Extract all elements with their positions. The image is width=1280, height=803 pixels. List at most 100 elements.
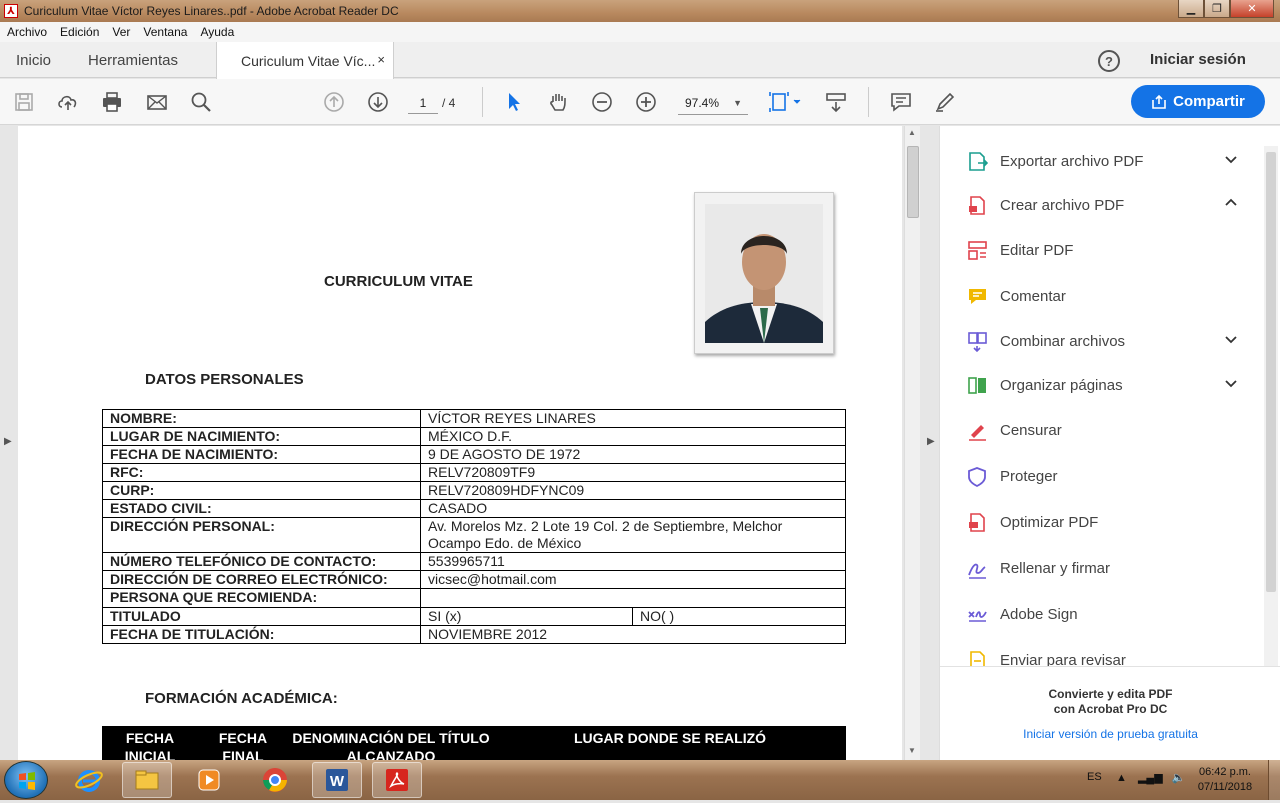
- help-icon[interactable]: ?: [1098, 50, 1120, 72]
- portrait-image: [705, 204, 823, 343]
- comment-icon[interactable]: [889, 90, 913, 114]
- language-indicator[interactable]: ES: [1087, 771, 1102, 783]
- document-scrollbar[interactable]: ▲ ▼: [904, 126, 920, 760]
- share-button[interactable]: Compartir: [1131, 85, 1265, 118]
- chevron-down-icon[interactable]: [1224, 152, 1238, 169]
- tool-item[interactable]: Adobe Sign: [966, 599, 1078, 629]
- table-row: TITULADO SI (x) NO( ): [102, 607, 846, 626]
- menu-edicion[interactable]: Edición: [60, 25, 99, 39]
- right-pane-toggle-icon[interactable]: ▶: [927, 436, 935, 447]
- acrobat-taskbar-icon[interactable]: [372, 762, 422, 798]
- zoom-select[interactable]: 97.4% ▼: [678, 91, 748, 115]
- row-label: ESTADO CIVIL:: [102, 499, 421, 518]
- internet-explorer-icon[interactable]: [64, 762, 114, 798]
- edit-pdf-icon: [966, 239, 988, 261]
- optimize-icon: [966, 511, 988, 533]
- window-title-bar: ⅄ Curiculum Vitae Víctor Reyes Linares..…: [0, 0, 1280, 22]
- tool-item[interactable]: Combinar archivos: [966, 326, 1125, 356]
- scrollbar-thumb[interactable]: [907, 146, 919, 218]
- svg-text:W: W: [330, 773, 345, 790]
- system-tray-icons[interactable]: ▲ ▂▄▆ 🔈: [1116, 771, 1185, 784]
- print-icon[interactable]: [100, 90, 124, 114]
- tab-inicio[interactable]: Inicio: [16, 42, 51, 78]
- scroll-down-icon[interactable]: ▼: [908, 746, 916, 755]
- tab-document-label: Curiculum Vitae Víc...: [241, 52, 376, 69]
- tool-item[interactable]: Rellenar y firmar: [966, 553, 1110, 583]
- academic-table-header: FECHA INICIAL FECHA FINAL DENOMINACIÓN D…: [102, 726, 846, 760]
- tool-item[interactable]: Organizar páginas: [966, 370, 1123, 400]
- protect-icon: [966, 465, 988, 488]
- row-value: [420, 588, 846, 608]
- word-icon[interactable]: W: [312, 762, 362, 798]
- panel-scrollbar[interactable]: [1264, 146, 1278, 686]
- select-cursor-icon[interactable]: [502, 90, 526, 114]
- column-header: LUGAR DONDE SE REALIZÓ: [573, 730, 767, 746]
- fit-page-icon[interactable]: [768, 90, 804, 114]
- panel-scrollbar-thumb[interactable]: [1266, 152, 1276, 592]
- zoom-out-icon[interactable]: [590, 90, 614, 114]
- chrome-icon[interactable]: [250, 762, 300, 798]
- titulado-no: NO( ): [632, 607, 846, 626]
- hand-tool-icon[interactable]: [546, 90, 570, 114]
- column-header: FECHA FINAL: [218, 730, 268, 760]
- row-label: NOMBRE:: [102, 409, 421, 428]
- minimize-button[interactable]: ▁: [1178, 0, 1204, 18]
- close-window-button[interactable]: ✕: [1230, 0, 1274, 18]
- tool-item-label: Crear archivo PDF: [1000, 196, 1125, 214]
- save-icon[interactable]: [12, 90, 36, 114]
- next-page-icon[interactable]: [366, 90, 390, 114]
- media-player-icon[interactable]: [184, 762, 234, 798]
- tool-item[interactable]: Optimizar PDF: [966, 507, 1098, 537]
- menu-archivo[interactable]: Archivo: [7, 25, 47, 39]
- chevron-down-icon: ▼: [733, 98, 742, 108]
- chevron-up-icon[interactable]: [1224, 196, 1238, 213]
- maximize-button[interactable]: ❐: [1204, 0, 1230, 18]
- previous-page-icon[interactable]: [322, 90, 346, 114]
- column-header: FECHA INICIAL: [124, 730, 176, 760]
- network-icon[interactable]: ▂▄▆: [1138, 772, 1163, 784]
- table-row: CURP: RELV720809HDFYNC09: [102, 481, 846, 500]
- highlight-pen-icon[interactable]: [933, 90, 957, 114]
- scroll-mode-icon[interactable]: [824, 90, 848, 114]
- menu-ver[interactable]: Ver: [112, 25, 130, 39]
- system-clock[interactable]: 06:42 p.m. 07/11/2018: [1190, 765, 1260, 795]
- show-desktop-button[interactable]: [1268, 760, 1280, 800]
- zoom-in-icon[interactable]: [634, 90, 658, 114]
- tool-item[interactable]: Comentar: [966, 281, 1066, 311]
- menu-ayuda[interactable]: Ayuda: [200, 25, 234, 39]
- scroll-up-icon[interactable]: ▲: [908, 128, 916, 137]
- start-button[interactable]: [4, 761, 48, 799]
- toolbar-divider: [482, 87, 483, 117]
- tab-document[interactable]: Curiculum Vitae Víc... ×: [216, 42, 394, 79]
- email-icon[interactable]: [145, 90, 169, 114]
- chevron-down-icon[interactable]: [1224, 376, 1238, 393]
- search-icon[interactable]: [189, 90, 213, 114]
- free-trial-link[interactable]: Iniciar versión de prueba gratuita: [940, 727, 1280, 741]
- upload-cloud-icon[interactable]: [56, 90, 80, 114]
- page-number-input[interactable]: 1: [408, 92, 438, 114]
- row-value: VÍCTOR REYES LINARES: [420, 409, 846, 428]
- tool-item[interactable]: Proteger: [966, 461, 1058, 491]
- tool-item[interactable]: Crear archivo PDF: [966, 190, 1124, 220]
- chevron-down-icon[interactable]: [1224, 332, 1238, 349]
- close-tab-icon[interactable]: ×: [377, 52, 385, 67]
- titulado-si: SI (x): [420, 607, 633, 626]
- tool-item[interactable]: Exportar archivo PDF: [966, 146, 1143, 176]
- tool-item[interactable]: Editar PDF: [966, 235, 1073, 265]
- volume-icon[interactable]: 🔈: [1172, 772, 1186, 784]
- acrobat-app-icon[interactable]: ⅄: [4, 4, 18, 18]
- signin-link[interactable]: Iniciar sesión: [1150, 51, 1246, 68]
- fill-sign-icon: [966, 557, 988, 579]
- table-header-row: FECHA INICIAL FECHA FINAL DENOMINACIÓN D…: [102, 726, 846, 760]
- menu-ventana[interactable]: Ventana: [143, 25, 187, 39]
- file-explorer-icon[interactable]: [122, 762, 172, 798]
- left-pane-toggle-icon[interactable]: ▶: [4, 436, 12, 447]
- tools-panel: Exportar archivo PDF Crear archivo PDF Edi…: [939, 126, 1280, 760]
- row-label: LUGAR DE NACIMIENTO:: [102, 427, 421, 446]
- show-hidden-icons-icon[interactable]: ▲: [1116, 772, 1127, 784]
- tab-herramientas[interactable]: Herramientas: [88, 42, 178, 78]
- promo-line-2: con Acrobat Pro DC: [1053, 702, 1168, 716]
- row-value: 5539965711: [420, 552, 846, 571]
- tool-item[interactable]: Censurar: [966, 415, 1062, 445]
- row-label: DIRECCIÓN DE CORREO ELECTRÓNICO:: [102, 570, 421, 589]
